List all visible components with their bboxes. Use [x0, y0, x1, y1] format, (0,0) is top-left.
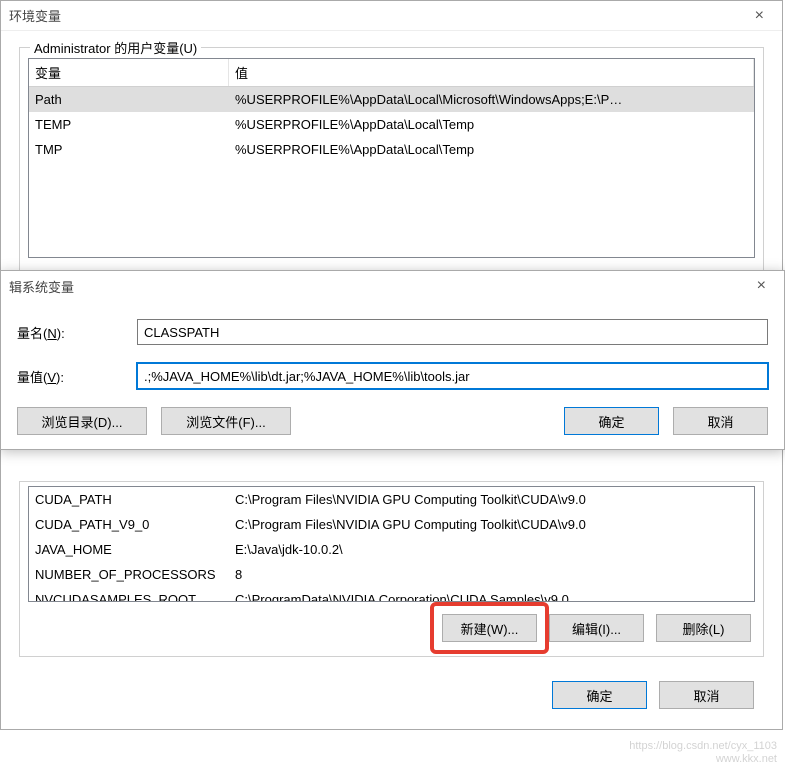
edit-dialog-buttons: 浏览目录(D)... 浏览文件(F)... 确定 取消 [17, 407, 768, 435]
var-value-cell: C:\ProgramData\NVIDIA Corporation\CUDA S… [229, 589, 754, 601]
var-value-cell: C:\Program Files\NVIDIA GPU Computing To… [229, 514, 754, 535]
var-name-cell: CUDA_PATH [29, 489, 229, 510]
edit-titlebar[interactable]: 辑系统变量 × [1, 271, 784, 301]
var-name-cell: Path [29, 89, 229, 110]
var-value-cell: %USERPROFILE%\AppData\Local\Temp [229, 139, 754, 160]
system-vars-table: CUDA_PATHC:\Program Files\NVIDIA GPU Com… [28, 486, 755, 602]
watermark: https://blog.csdn.net/cyx_1103 www.kkx.n… [629, 740, 777, 766]
user-vars-body[interactable]: Path%USERPROFILE%\AppData\Local\Microsof… [29, 87, 754, 257]
user-vars-label: Administrator 的用户变量(U) [30, 38, 201, 57]
table-row[interactable]: TEMP%USERPROFILE%\AppData\Local\Temp [29, 112, 754, 137]
table-row[interactable]: JAVA_HOMEE:\Java\jdk-10.0.2\ [29, 537, 754, 562]
user-vars-group: Administrator 的用户变量(U) 变量 值 Path%USERPRO… [19, 47, 764, 273]
close-icon[interactable]: × [745, 7, 774, 25]
close-icon[interactable]: × [747, 277, 776, 295]
system-vars-body[interactable]: CUDA_PATHC:\Program Files\NVIDIA GPU Com… [29, 487, 754, 601]
browse-dir-button[interactable]: 浏览目录(D)... [17, 407, 147, 435]
table-row[interactable]: CUDA_PATH_V9_0C:\Program Files\NVIDIA GP… [29, 512, 754, 537]
var-name-cell: TEMP [29, 114, 229, 135]
var-value-label: 量值(V): [17, 367, 137, 386]
table-row[interactable]: NUMBER_OF_PROCESSORS8 [29, 562, 754, 587]
var-name-cell: NUMBER_OF_PROCESSORS [29, 564, 229, 585]
var-value-cell: %USERPROFILE%\AppData\Local\Microsoft\Wi… [229, 89, 754, 110]
var-value-cell: 8 [229, 564, 754, 585]
system-vars-group: CUDA_PATHC:\Program Files\NVIDIA GPU Com… [19, 481, 764, 657]
env-footer-buttons: 确定 取消 [1, 671, 782, 729]
var-name-cell: CUDA_PATH_V9_0 [29, 514, 229, 535]
var-name-label: 量名(N): [17, 323, 137, 342]
table-row[interactable]: NVCUDASAMPLES_ROOTC:\ProgramData\NVIDIA … [29, 587, 754, 601]
var-value-row: 量值(V): [17, 363, 768, 389]
var-value-input[interactable] [137, 363, 768, 389]
var-value-cell: C:\Program Files\NVIDIA GPU Computing To… [229, 489, 754, 510]
col-name[interactable]: 变量 [29, 59, 229, 86]
user-vars-header[interactable]: 变量 值 [29, 59, 754, 87]
edit-button[interactable]: 编辑(I)... [549, 614, 644, 642]
edit-title: 辑系统变量 [9, 277, 747, 296]
var-value-cell: %USERPROFILE%\AppData\Local\Temp [229, 114, 754, 135]
env-title: 环境变量 [9, 6, 745, 25]
col-value[interactable]: 值 [229, 59, 754, 86]
var-name-row: 量名(N): [17, 319, 768, 345]
system-vars-buttons: 新建(W)... 编辑(I)... 删除(L) [28, 614, 755, 642]
edit-ok-button[interactable]: 确定 [564, 407, 659, 435]
edit-body: 量名(N): 量值(V): 浏览目录(D)... 浏览文件(F)... 确定 取… [1, 301, 784, 449]
edit-system-variable-dialog: 辑系统变量 × 量名(N): 量值(V): 浏览目录(D)... 浏览文件(F)… [0, 270, 785, 450]
browse-file-button[interactable]: 浏览文件(F)... [161, 407, 291, 435]
edit-cancel-button[interactable]: 取消 [673, 407, 768, 435]
table-row[interactable]: TMP%USERPROFILE%\AppData\Local\Temp [29, 137, 754, 162]
var-value-cell: E:\Java\jdk-10.0.2\ [229, 539, 754, 560]
table-row[interactable]: Path%USERPROFILE%\AppData\Local\Microsof… [29, 87, 754, 112]
new-button[interactable]: 新建(W)... [442, 614, 537, 642]
cancel-button[interactable]: 取消 [659, 681, 754, 709]
var-name-input[interactable] [137, 319, 768, 345]
var-name-cell: NVCUDASAMPLES_ROOT [29, 589, 229, 601]
env-titlebar[interactable]: 环境变量 × [1, 1, 782, 31]
var-name-cell: JAVA_HOME [29, 539, 229, 560]
user-vars-table: 变量 值 Path%USERPROFILE%\AppData\Local\Mic… [28, 58, 755, 258]
var-name-cell: TMP [29, 139, 229, 160]
ok-button[interactable]: 确定 [552, 681, 647, 709]
table-row[interactable]: CUDA_PATHC:\Program Files\NVIDIA GPU Com… [29, 487, 754, 512]
delete-button[interactable]: 删除(L) [656, 614, 751, 642]
